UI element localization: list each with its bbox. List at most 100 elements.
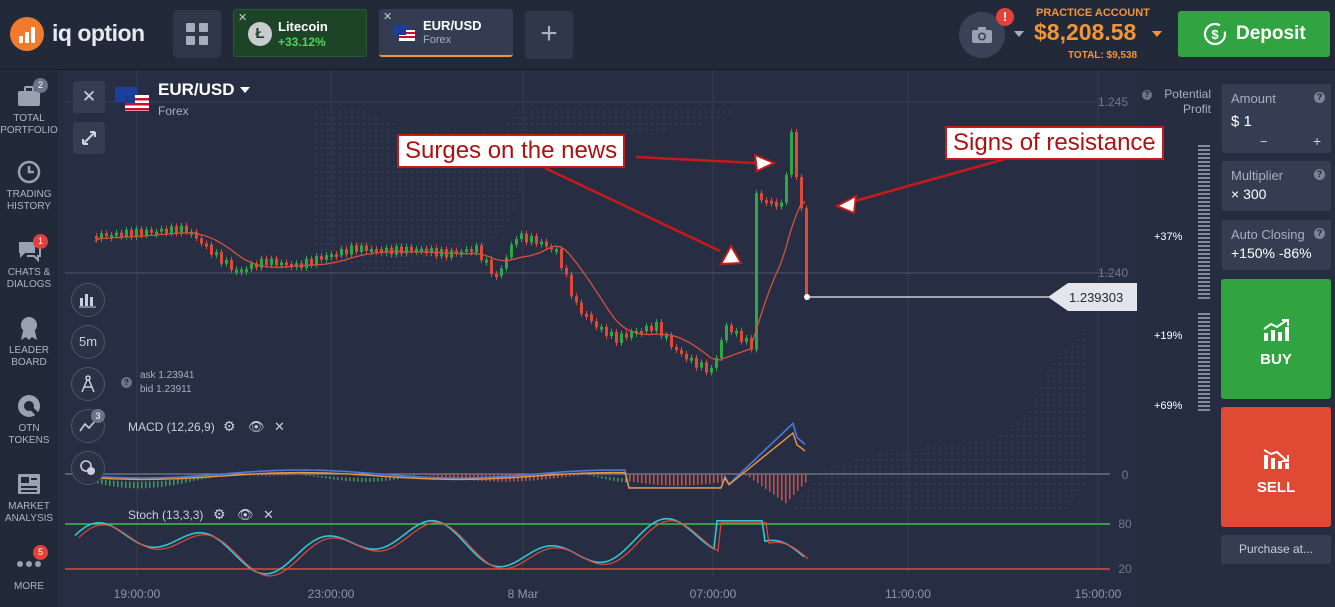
time-axis-label: 19:00:00 — [114, 587, 161, 601]
chart-settings-button[interactable] — [71, 451, 105, 485]
amount-increase-button[interactable]: + — [1313, 133, 1321, 149]
grid-icon-cell — [199, 23, 208, 32]
close-tab-icon[interactable]: ✕ — [383, 10, 392, 23]
assets-grid-button[interactable] — [173, 10, 221, 58]
chart-area[interactable]: 19:00:00 23:00:00 8 Mar 07:00:00 11:00:00 15:… — [65, 71, 1164, 607]
close-tab-icon[interactable]: ✕ — [238, 11, 247, 24]
asset-title[interactable]: EUR/USD — [158, 80, 235, 100]
svg-text:$: $ — [1211, 27, 1219, 42]
sidebar-item-otn-tokens[interactable]: OTN TOKENS — [0, 393, 58, 447]
stoch-label: Stoch (13,3,3) — [128, 508, 204, 522]
macd-visibility-icon[interactable]: 👁 — [248, 419, 265, 435]
close-chart-button[interactable]: ✕ — [73, 81, 105, 113]
left-sidebar: 2 TOTAL PORTFOLIO TRADING HISTORY 1 CHAT… — [0, 71, 58, 607]
auto-closing-help-icon[interactable]: ? — [1314, 228, 1325, 239]
drawing-tools-button[interactable] — [71, 367, 105, 401]
potential-profit-column: Potential Profit % +37% +19% +69% — [1140, 71, 1215, 607]
asset-type: Forex — [158, 104, 189, 118]
purchase-at-button[interactable]: Purchase at... — [1221, 535, 1331, 564]
macd-zero-label: 0 — [1122, 468, 1129, 482]
amount-label: Amount — [1231, 91, 1276, 106]
sidebar-item-label: CHATS & DIALOGS — [6, 267, 52, 290]
sidebar-item-label: TRADING HISTORY — [6, 189, 52, 212]
clock-icon — [16, 159, 42, 185]
macd-settings-icon[interactable]: ⚙ — [223, 418, 236, 435]
sidebar-item-label: LEADER BOARD — [8, 345, 49, 368]
sidebar-item-more[interactable]: 5 MORE — [0, 545, 58, 593]
chart-up-icon — [1263, 319, 1289, 341]
stoch-visibility-icon[interactable]: 👁 — [237, 507, 254, 523]
sell-button[interactable]: SELL — [1221, 407, 1331, 527]
timeframe-button[interactable]: 5m — [71, 325, 105, 359]
account-dropdown-icon[interactable] — [1152, 31, 1162, 37]
tab-asset-name: EUR/USD — [423, 18, 482, 33]
sidebar-item-chats[interactable]: 1 CHATS & DIALOGS — [0, 234, 58, 291]
sidebar-badge: 5 — [33, 545, 48, 560]
stoch-k-line — [74, 517, 805, 575]
sidebar-item-label: MORE — [14, 581, 44, 592]
current-price-marker — [804, 294, 810, 300]
tab-asset-name: Litecoin — [278, 19, 328, 34]
stoch-remove-icon[interactable]: ✕ — [263, 507, 274, 523]
tab-litecoin[interactable]: ✕ Ł Litecoin +33.12% — [233, 9, 367, 57]
sidebar-badge: 1 — [33, 234, 48, 249]
camera-icon — [972, 27, 992, 43]
eu-us-flag-icon — [115, 87, 149, 111]
buy-button[interactable]: BUY — [1221, 279, 1331, 399]
annotation-arrow — [544, 166, 721, 253]
deposit-button[interactable]: $ Deposit — [1178, 11, 1330, 57]
info-icon[interactable]: ? — [121, 377, 132, 388]
deposit-label: Deposit — [1236, 23, 1306, 44]
brand-name: iq option — [52, 20, 145, 46]
account-total: TOTAL: $9,538 — [1068, 50, 1138, 61]
sell-label: SELL — [1256, 479, 1296, 496]
sidebar-item-total-portfolio[interactable]: 2 TOTAL PORTFOLIO — [0, 78, 58, 137]
amount-field[interactable]: Amount ? $ 1 − + — [1222, 84, 1331, 153]
stoch-level-label: 80 — [1118, 517, 1132, 531]
iq-option-logo[interactable]: iq option — [10, 17, 160, 51]
sidebar-badge: 2 — [33, 78, 48, 93]
medal-icon — [16, 315, 42, 341]
sidebar-item-market-analysis[interactable]: MARKET ANALYSIS — [0, 471, 58, 525]
newspaper-icon — [16, 471, 42, 497]
sidebar-item-leader-board[interactable]: LEADER BOARD — [0, 315, 58, 369]
current-price-value: 1.239303 — [1069, 290, 1123, 305]
sidebar-item-label: TOTAL PORTFOLIO — [0, 113, 58, 136]
chart-down-icon — [1263, 449, 1289, 469]
stoch-level-label: 20 — [1118, 562, 1132, 576]
tab-eur-usd[interactable]: ✕ EUR/USD Forex — [379, 9, 513, 57]
profit-scale — [1198, 145, 1210, 411]
auto-closing-value: +150% -86% — [1231, 245, 1312, 261]
stoch-settings-icon[interactable]: ⚙ — [213, 506, 226, 523]
buy-label: BUY — [1260, 351, 1292, 368]
time-axis-label: 11:00:00 — [885, 587, 931, 601]
profit-level: +19% — [1154, 330, 1183, 342]
macd-remove-icon[interactable]: ✕ — [274, 419, 285, 435]
grid-icon — [186, 23, 195, 32]
fullscreen-button[interactable] — [73, 122, 105, 154]
annotation-arrowhead — [719, 243, 743, 266]
multiplier-label: Multiplier — [1231, 168, 1284, 183]
annotation-arrowhead — [834, 194, 858, 215]
amount-help-icon[interactable]: ? — [1314, 92, 1325, 103]
multiplier-field[interactable]: Multiplier ? × 300 — [1222, 161, 1331, 211]
amount-decrease-button[interactable]: − — [1260, 134, 1268, 149]
auto-closing-field[interactable]: Auto Closing ? +150% -86% — [1222, 220, 1331, 270]
macd-label: MACD (12,26,9) — [128, 420, 215, 434]
top-bar: iq option ✕ Ł Litecoin +33.12% ✕ EUR/USD — [0, 0, 1335, 70]
amount-value[interactable]: $ 1 — [1231, 113, 1252, 130]
world-map-texture — [315, 111, 1085, 509]
multiplier-help-icon[interactable]: ? — [1314, 169, 1325, 180]
annotation-arrowhead — [753, 153, 777, 173]
sidebar-item-trading-history[interactable]: TRADING HISTORY — [0, 159, 58, 213]
tab-asset-type: Forex — [423, 34, 452, 46]
indicators-badge: 3 — [91, 409, 105, 423]
add-tab-button[interactable]: + — [525, 11, 573, 59]
ask-price: ask 1.23941 — [140, 370, 195, 381]
chart-type-button[interactable] — [71, 283, 105, 317]
bid-price: bid 1.23911 — [140, 384, 192, 395]
candles-icon — [79, 294, 96, 308]
camera-dropdown-icon[interactable] — [1014, 31, 1024, 37]
asset-dropdown-icon[interactable] — [240, 87, 250, 93]
sidebar-item-label: OTN TOKENS — [8, 423, 50, 446]
